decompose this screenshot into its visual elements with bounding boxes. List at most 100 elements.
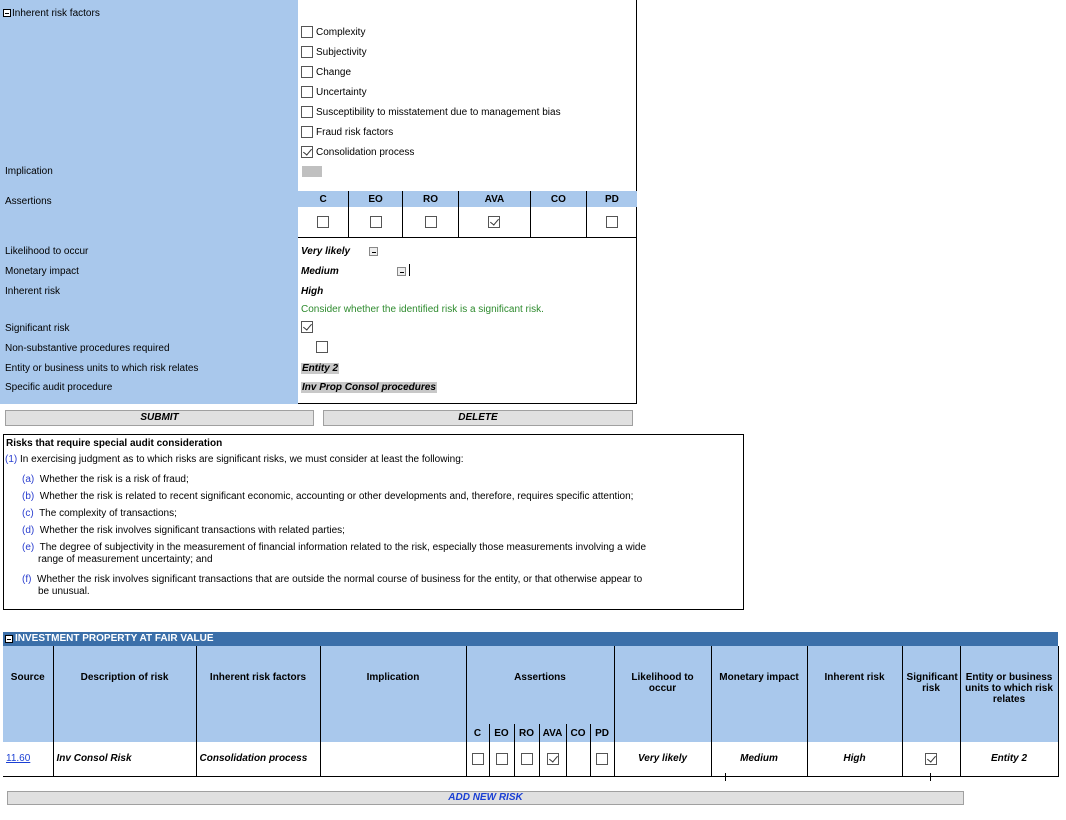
col-source: Source	[3, 646, 54, 742]
guidance-title: Risks that require special audit conside…	[6, 438, 223, 449]
factor-change[interactable]: Change	[301, 65, 351, 79]
assertion-co-empty	[530, 207, 587, 238]
col-inherent: Inherent risk	[807, 646, 903, 742]
assertion-c-checkbox[interactable]	[317, 215, 330, 228]
collapse-icon[interactable]	[3, 9, 11, 17]
assertion-ava-checkbox[interactable]	[488, 215, 501, 228]
assertion-pd-checkbox[interactable]	[605, 215, 618, 228]
checkbox[interactable]	[301, 46, 313, 58]
nonsubstantive-checkbox[interactable]	[315, 341, 328, 353]
risk-summary-table: Source Description of risk Inherent risk…	[3, 646, 1059, 777]
assertion-header: C	[298, 191, 350, 207]
row-significant-checkbox[interactable]	[925, 752, 938, 765]
col-monetary: Monetary impact	[711, 646, 808, 742]
assertion-sub-header: PD	[590, 724, 615, 742]
guidance-intro: (1) In exercising judgment as to which r…	[5, 454, 464, 465]
entity-field[interactable]: Entity 2	[301, 363, 340, 374]
guidance-box: Risks that require special audit conside…	[3, 434, 744, 610]
inherent-risk-value: High	[301, 286, 324, 297]
row-assertion-eo-checkbox[interactable]	[495, 752, 508, 765]
cell-inherent: High	[807, 742, 903, 777]
procedure-field[interactable]: Inv Prop Consol procedures	[301, 382, 437, 393]
assertions-table: C EO RO AVA CO PD	[298, 191, 637, 238]
checkbox[interactable]	[301, 106, 313, 118]
likelihood-dropdown-icon[interactable]	[369, 247, 378, 256]
cell-factors: Consolidation process	[196, 742, 321, 777]
likelihood-label: Likelihood to occur	[5, 246, 89, 257]
checkbox[interactable]	[301, 86, 313, 98]
assertion-header: PD	[586, 191, 637, 207]
cell-divider-mark	[930, 773, 931, 781]
factor-management-bias[interactable]: Susceptibility to misstatement due to ma…	[301, 105, 561, 119]
monetary-dropdown-icon[interactable]	[397, 267, 406, 276]
col-assertions: Assertions	[466, 646, 615, 724]
col-likelihood: Likelihood to occur	[614, 646, 712, 742]
collapse-icon[interactable]	[5, 635, 13, 643]
assertion-eo-checkbox[interactable]	[369, 215, 382, 228]
significant-note: Consider whether the identified risk is …	[301, 304, 544, 315]
guidance-item: (a) Whether the risk is a risk of fraud;	[22, 474, 189, 485]
add-new-risk-button[interactable]: ADD NEW RISK	[7, 791, 964, 805]
section-header[interactable]: INVESTMENT PROPERTY AT FAIR VALUE	[3, 632, 1058, 646]
monetary-label: Monetary impact	[5, 266, 79, 277]
significant-risk-label: Significant risk	[5, 323, 70, 334]
assertion-sub-header: RO	[514, 724, 540, 742]
guidance-item: (f) Whether the risk involves significan…	[22, 574, 643, 585]
monetary-value: Medium	[301, 266, 339, 277]
checkbox[interactable]	[301, 66, 313, 78]
guidance-item: (d) Whether the risk involves significan…	[22, 525, 345, 536]
checkbox[interactable]	[301, 126, 313, 138]
guidance-item-cont: be unusual.	[38, 586, 90, 597]
guidance-item-cont: range of measurement uncertainty; and	[38, 554, 213, 565]
inherent-risk-label: Inherent risk	[5, 286, 61, 297]
assertion-header: AVA	[458, 191, 532, 207]
factor-fraud[interactable]: Fraud risk factors	[301, 125, 393, 139]
row-assertion-ava-checkbox[interactable]	[546, 752, 559, 765]
cell-likelihood: Very likely	[614, 742, 712, 777]
cell-monetary: Medium	[711, 742, 808, 777]
row-assertion-c-checkbox[interactable]	[471, 752, 484, 765]
assertions-label: Assertions	[5, 196, 52, 207]
assertion-sub-header: CO	[566, 724, 591, 742]
assertion-sub-header: AVA	[539, 724, 567, 742]
implication-field[interactable]	[302, 166, 322, 177]
assertion-ro-checkbox[interactable]	[424, 215, 437, 228]
col-implication: Implication	[320, 646, 467, 742]
text-cursor	[409, 264, 410, 276]
col-significant: Significant risk	[902, 646, 961, 742]
delete-button[interactable]: DELETE	[323, 410, 633, 426]
significant-risk-checkbox[interactable]	[301, 321, 313, 333]
entity-label: Entity or business units to which risk r…	[5, 363, 199, 374]
source-link[interactable]: 11.60	[6, 753, 30, 764]
submit-button[interactable]: SUBMIT	[5, 410, 314, 426]
col-description: Description of risk	[53, 646, 197, 742]
likelihood-value: Very likely	[301, 246, 351, 257]
factor-subjectivity[interactable]: Subjectivity	[301, 45, 367, 59]
col-factors: Inherent risk factors	[196, 646, 321, 742]
cell-description: Inv Consol Risk	[53, 742, 197, 777]
assertion-header: CO	[530, 191, 587, 207]
implication-label: Implication	[5, 166, 53, 177]
factor-complexity[interactable]: Complexity	[301, 25, 365, 39]
checkbox-checked[interactable]	[301, 146, 313, 158]
cell-divider-mark	[725, 773, 726, 781]
row-assertion-co-empty	[566, 742, 591, 777]
cell-implication	[320, 742, 467, 777]
assertion-header: EO	[348, 191, 404, 207]
col-entity: Entity or business units to which risk r…	[960, 646, 1059, 742]
row-assertion-ro-checkbox[interactable]	[520, 752, 533, 765]
factor-uncertainty[interactable]: Uncertainty	[301, 85, 367, 99]
factor-consolidation[interactable]: Consolidation process	[301, 145, 414, 159]
guidance-item: (e) The degree of subjectivity in the me…	[22, 542, 647, 553]
cell-entity: Entity 2	[960, 742, 1059, 777]
assertion-sub-header: EO	[489, 724, 515, 742]
procedure-label: Specific audit procedure	[5, 382, 113, 393]
guidance-item: (c) The complexity of transactions;	[22, 508, 177, 519]
assertion-sub-header: C	[466, 724, 490, 742]
guidance-item: (b) Whether the risk is related to recen…	[22, 491, 634, 502]
checkbox[interactable]	[301, 26, 313, 38]
nonsubstantive-label: Non-substantive procedures required	[5, 343, 170, 354]
inherent-risk-factors-header[interactable]: Inherent risk factors	[3, 8, 100, 19]
row-assertion-pd-checkbox[interactable]	[596, 752, 609, 765]
assertion-header: RO	[402, 191, 459, 207]
